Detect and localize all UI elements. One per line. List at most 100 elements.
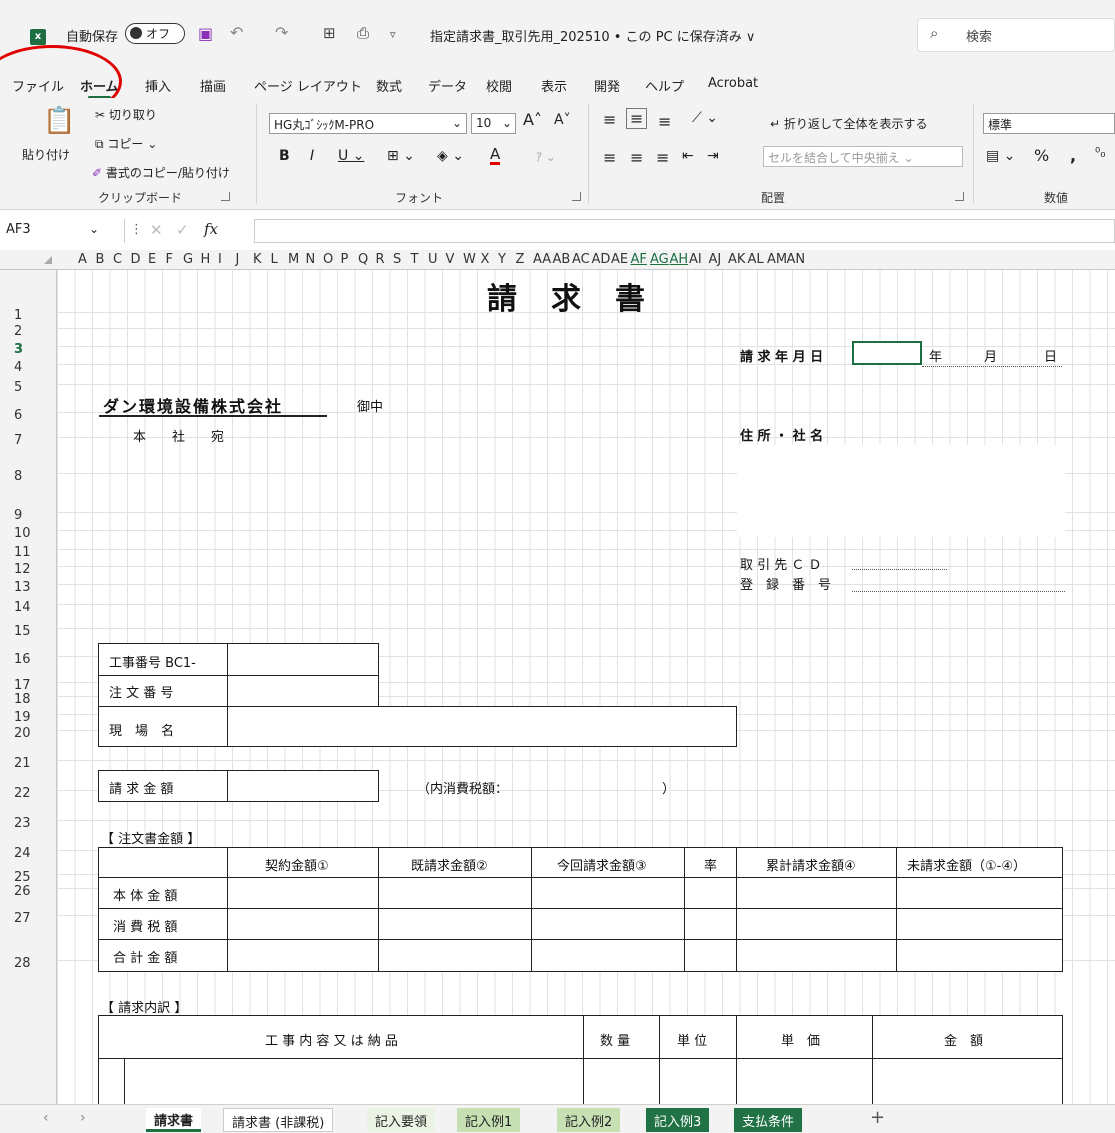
font-color-icon[interactable]: A xyxy=(490,146,501,165)
column-header[interactable]: AM xyxy=(767,252,787,267)
row-header[interactable]: 26 xyxy=(14,884,31,899)
clipboard-launcher-icon[interactable] xyxy=(221,192,230,201)
column-header[interactable]: L xyxy=(271,252,278,267)
row-header[interactable]: 19 xyxy=(14,710,31,725)
fill-color-icon[interactable]: ◈ ⌄ xyxy=(437,148,464,164)
column-header[interactable]: V xyxy=(446,252,455,267)
enter-icon[interactable]: ✓ xyxy=(176,221,189,239)
name-box[interactable]: AF3 ⌄ xyxy=(1,219,125,243)
format-painter-button[interactable]: ✐ 書式のコピー/貼り付け xyxy=(92,164,230,181)
align-top-icon[interactable]: ≡ xyxy=(603,110,616,129)
column-header[interactable]: M xyxy=(288,252,299,267)
column-header[interactable]: AG xyxy=(650,252,669,267)
row-header[interactable]: 22 xyxy=(14,786,31,801)
column-header[interactable]: AL xyxy=(748,252,764,267)
save-icon[interactable]: ▣ xyxy=(198,24,213,43)
tab-draw[interactable]: 描画 xyxy=(200,76,226,95)
tab-help[interactable]: ヘルプ xyxy=(645,76,684,95)
sheet-tab-example1[interactable]: 記入例1 xyxy=(457,1108,521,1132)
chevron-left-icon[interactable]: ‹ xyxy=(43,1110,49,1126)
selected-cell-af3[interactable] xyxy=(852,341,922,365)
font-launcher-icon[interactable] xyxy=(572,192,581,201)
phonetic-icon[interactable]: ｱ ⌄ xyxy=(536,148,556,165)
column-header[interactable]: R xyxy=(376,252,385,267)
align-right-icon[interactable]: ≡ xyxy=(656,148,669,167)
align-left-icon[interactable]: ≡ xyxy=(603,148,616,167)
worksheet-grid[interactable]: 請 求 書 請 求 年 月 日 年 月 日 住 所 ・ 社 名 取 引 先 Ｃ … xyxy=(57,270,1115,1104)
align-middle-icon[interactable]: ≡ xyxy=(626,108,648,129)
wrap-text-button[interactable]: ↵ 折り返して全体を表示する xyxy=(770,115,928,132)
comma-style-button[interactable]: , xyxy=(1070,146,1076,165)
tab-acrobat[interactable]: Acrobat xyxy=(708,76,758,91)
underline-button[interactable]: U ⌄ xyxy=(338,148,364,164)
increase-indent-icon[interactable]: ⇥ xyxy=(707,148,719,164)
row-header[interactable]: 5 xyxy=(14,380,22,395)
italic-button[interactable]: I xyxy=(310,148,314,164)
row-header[interactable]: 10 xyxy=(14,526,31,541)
row-header[interactable]: 25 xyxy=(14,870,31,885)
column-header[interactable]: AJ xyxy=(709,252,722,267)
column-header[interactable]: AF xyxy=(631,252,647,267)
tab-insert[interactable]: 挿入 xyxy=(145,76,171,95)
borders-icon[interactable]: ⊞ ⌄ xyxy=(387,148,415,164)
cut-button[interactable]: ✂ 切り取り xyxy=(95,106,157,123)
tab-developer[interactable]: 開発 xyxy=(594,76,620,95)
column-header[interactable]: AH xyxy=(670,252,689,267)
column-header[interactable]: AN xyxy=(787,252,806,267)
column-header[interactable]: X xyxy=(481,252,490,267)
sheet-tab-example2[interactable]: 記入例2 xyxy=(557,1108,621,1132)
sheet-tab-invoice[interactable]: 請求書 xyxy=(146,1108,202,1132)
row-header[interactable]: 14 xyxy=(14,600,31,615)
row-header[interactable]: 28 xyxy=(14,956,31,971)
column-header[interactable]: A xyxy=(78,252,87,267)
orientation-icon[interactable]: ⟋ ⌄ xyxy=(692,110,718,126)
column-header[interactable]: S xyxy=(393,252,401,267)
align-bottom-icon[interactable]: ≡ xyxy=(658,112,671,131)
row-header[interactable]: 4 xyxy=(14,360,22,375)
column-header[interactable]: H xyxy=(201,252,211,267)
tab-file[interactable]: ファイル xyxy=(12,76,64,95)
column-header[interactable]: W xyxy=(463,252,476,267)
tab-data[interactable]: データ xyxy=(428,76,467,95)
address-field[interactable] xyxy=(737,445,1065,537)
column-header[interactable]: J xyxy=(236,252,240,267)
column-header[interactable]: D xyxy=(131,252,141,267)
row-header[interactable]: 11 xyxy=(14,545,31,560)
insert-function-icon[interactable]: fx xyxy=(204,220,218,238)
copy-button[interactable]: ⧉ コピー ⌄ xyxy=(95,135,157,152)
column-header[interactable]: C xyxy=(113,252,122,267)
column-header[interactable]: Q xyxy=(358,252,368,267)
paste-button[interactable]: 貼り付け xyxy=(22,146,70,163)
decrease-font-icon[interactable]: A˅ xyxy=(554,112,571,128)
percent-button[interactable]: % xyxy=(1034,146,1049,165)
column-header[interactable]: G xyxy=(183,252,193,267)
tab-home[interactable]: ホーム xyxy=(80,76,119,99)
row-header[interactable]: 2 xyxy=(14,324,22,339)
customize-qat-icon[interactable]: ▿ xyxy=(390,28,396,41)
column-header[interactable]: AA xyxy=(533,252,551,267)
row-header[interactable]: 3 xyxy=(14,342,23,357)
tab-page-layout[interactable]: ページ レイアウト xyxy=(254,76,362,95)
row-header[interactable]: 15 xyxy=(14,624,31,639)
column-header[interactable]: B xyxy=(96,252,105,267)
increase-decimal-icon[interactable]: ⁰₀ xyxy=(1095,146,1105,161)
accounting-format-icon[interactable]: ▤ ⌄ xyxy=(986,148,1015,164)
column-header[interactable]: E xyxy=(148,252,156,267)
row-header[interactable]: 16 xyxy=(14,652,31,667)
add-sheet-icon[interactable]: + xyxy=(870,1107,885,1128)
paste-icon[interactable]: 📋 xyxy=(43,106,75,136)
row-header[interactable]: 18 xyxy=(14,692,31,707)
row-header[interactable]: 7 xyxy=(14,433,22,448)
number-format-select[interactable]: 標準 xyxy=(983,113,1115,134)
tab-formulas[interactable]: 数式 xyxy=(376,76,402,95)
column-header[interactable]: AE xyxy=(611,252,628,267)
bold-button[interactable]: B xyxy=(279,148,290,164)
column-header[interactable]: Y xyxy=(498,252,506,267)
column-header[interactable]: K xyxy=(253,252,262,267)
row-header[interactable]: 20 xyxy=(14,726,31,741)
row-header[interactable]: 23 xyxy=(14,816,31,831)
print-preview-icon[interactable]: ⎙ xyxy=(357,24,369,42)
row-header[interactable]: 12 xyxy=(14,562,31,577)
column-header[interactable]: AI xyxy=(689,252,702,267)
autosave-toggle[interactable]: オフ xyxy=(125,23,185,44)
